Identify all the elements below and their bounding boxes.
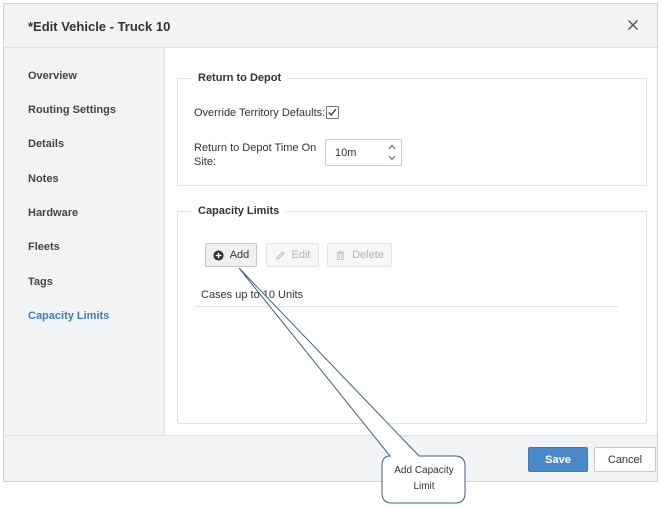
dialog-footer: Save Cancel <box>4 435 657 481</box>
dialog-title: *Edit Vehicle - Truck 10 <box>28 19 171 34</box>
sidebar-item-tags[interactable]: Tags <box>28 276 53 288</box>
pencil-icon <box>275 250 285 260</box>
sidebar-item-fleets[interactable]: Fleets <box>28 241 60 253</box>
sidebar-item-details[interactable]: Details <box>28 138 64 150</box>
return-time-spinner[interactable]: 10m <box>325 139 402 166</box>
save-button[interactable]: Save <box>528 447 588 472</box>
capacity-limits-legend: Capacity Limits <box>192 205 286 217</box>
cancel-button-label: Cancel <box>607 453 643 466</box>
return-time-value: 10m <box>335 147 357 159</box>
edit-vehicle-dialog: *Edit Vehicle - Truck 10 Overview Routin… <box>3 3 658 482</box>
content-panel: Return to Depot Override Territory Defau… <box>165 48 657 435</box>
return-to-depot-legend: Return to Depot <box>192 72 288 84</box>
edit-button-label: Edit <box>291 249 311 261</box>
sidebar-item-routing-settings[interactable]: Routing Settings <box>28 104 116 116</box>
sidebar-item-notes[interactable]: Notes <box>28 173 59 185</box>
close-icon[interactable] <box>625 17 641 33</box>
checkmark-icon <box>328 108 337 116</box>
capacity-limits-group: Capacity Limits Add Edit Delete Cases up… <box>177 205 647 424</box>
callout-line1: Add Capacity <box>394 465 454 476</box>
edit-capacity-button[interactable]: Edit <box>266 243 319 267</box>
return-time-label-line2: Site: <box>194 156 217 168</box>
return-to-depot-group: Return to Depot Override Territory Defau… <box>177 72 647 186</box>
chevron-up-icon[interactable] <box>387 142 397 152</box>
override-defaults-label: Override Territory Defaults: <box>194 107 326 119</box>
row-divider <box>195 306 619 307</box>
plus-circle-icon <box>213 249 224 261</box>
add-button-label: Add <box>229 249 250 261</box>
sidebar-item-hardware[interactable]: Hardware <box>28 207 78 219</box>
sidebar-item-capacity-limits[interactable]: Capacity Limits <box>28 310 109 322</box>
sidebar-nav: Overview Routing Settings Details Notes … <box>4 48 165 435</box>
save-button-label: Save <box>545 453 571 466</box>
callout-text: Add Capacity Limit <box>384 463 464 495</box>
trash-icon <box>336 250 345 260</box>
callout-line2: Limit <box>413 481 435 492</box>
delete-capacity-button[interactable]: Delete <box>327 243 392 267</box>
chevron-down-icon[interactable] <box>387 153 397 163</box>
cancel-button[interactable]: Cancel <box>594 447 656 472</box>
return-time-label-line1: Return to Depot Time On <box>194 142 317 154</box>
delete-button-label: Delete <box>352 249 384 261</box>
dialog-header: *Edit Vehicle - Truck 10 <box>4 4 657 48</box>
sidebar-item-overview[interactable]: Overview <box>28 70 77 82</box>
override-defaults-checkbox[interactable] <box>326 106 339 119</box>
add-capacity-button[interactable]: Add <box>205 243 257 267</box>
capacity-limit-row[interactable]: Cases up to 10 Units <box>201 289 303 301</box>
